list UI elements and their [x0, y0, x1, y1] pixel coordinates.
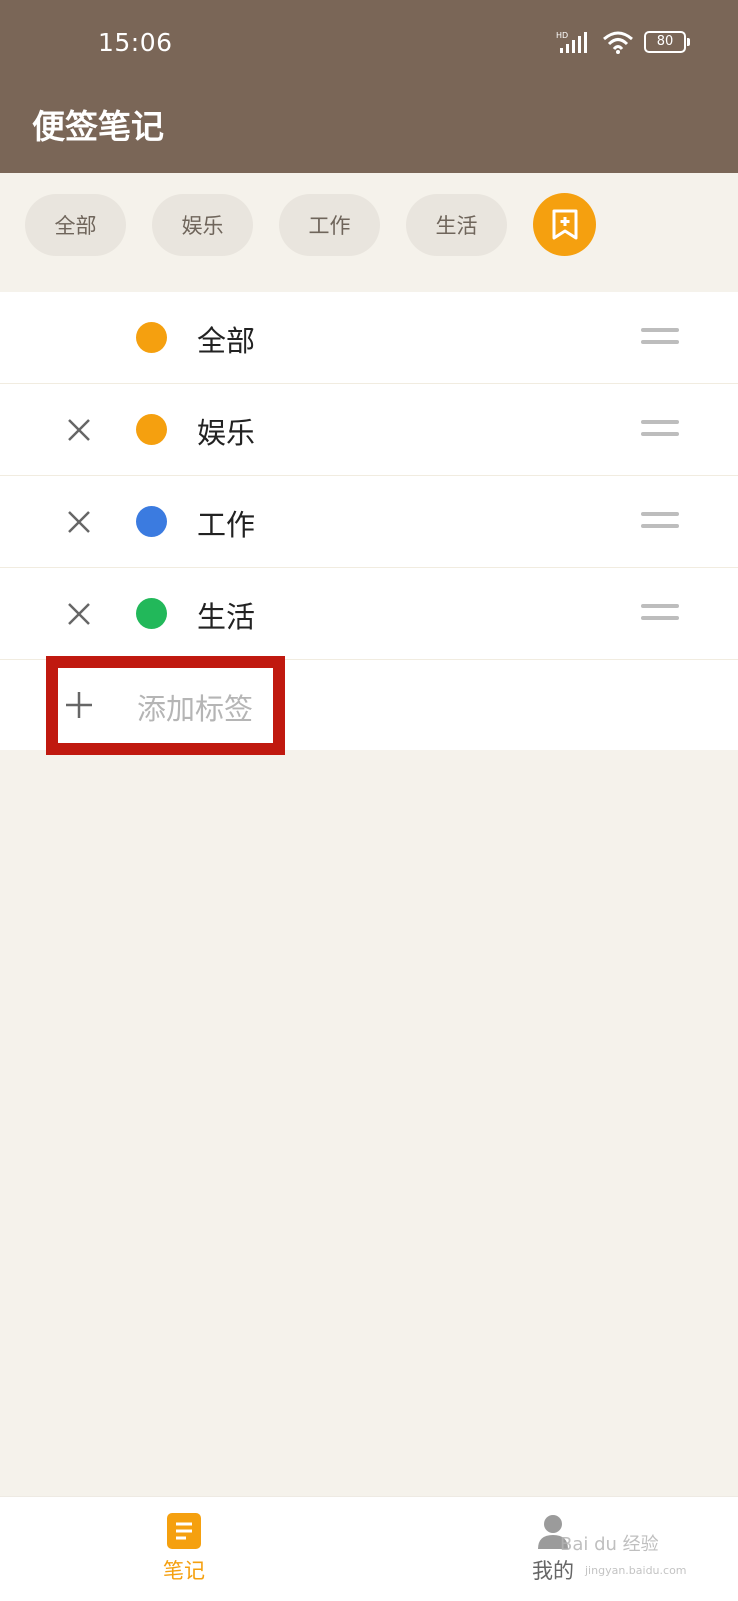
nav-notes[interactable]: 笔记 [124, 1513, 244, 1585]
drag-handle-icon[interactable] [641, 420, 679, 438]
tag-row-entertainment: 娱乐 [0, 384, 738, 476]
tag-label: 生活 [197, 600, 256, 634]
chip-work[interactable]: 工作 [279, 193, 380, 256]
tag-label: 娱乐 [197, 416, 256, 450]
tag-row-work: 工作 [0, 476, 738, 568]
highlight-box [46, 656, 285, 755]
drag-handle-icon[interactable] [641, 512, 679, 530]
drag-handle-icon[interactable] [641, 328, 679, 346]
close-icon[interactable] [66, 601, 92, 627]
page-title: 便签笔记 [32, 107, 164, 146]
hd-indicator: HD [556, 31, 568, 40]
note-icon [167, 1513, 201, 1549]
close-icon[interactable] [66, 417, 92, 443]
manage-tags-button[interactable] [533, 193, 596, 256]
tag-color-dot [136, 414, 167, 445]
wifi-icon [603, 31, 633, 54]
chip-all[interactable]: 全部 [25, 193, 126, 256]
tag-label: 工作 [197, 508, 256, 542]
watermark-url: jingyan.baidu.com [585, 1564, 687, 1577]
nav-notes-label: 笔记 [163, 1559, 205, 1583]
tag-color-dot [136, 598, 167, 629]
chip-entertainment[interactable]: 娱乐 [152, 193, 253, 256]
status-time: 15:06 [98, 28, 173, 57]
tag-label: 全部 [197, 324, 256, 358]
tag-row-all: 全部 [0, 292, 738, 384]
signal-icon: HD [556, 31, 587, 53]
battery-icon: 80 [644, 31, 690, 53]
tag-row-life: 生活 [0, 568, 738, 660]
bookmark-plus-icon [552, 209, 577, 239]
tag-color-dot [136, 506, 167, 537]
top-bar: 15:06 HD 80 便签笔记 [0, 0, 738, 173]
status-icons: HD 80 [556, 30, 690, 54]
tag-filter-bar: 全部 娱乐 工作 生活 [25, 193, 596, 256]
drag-handle-icon[interactable] [641, 604, 679, 622]
tag-color-dot [136, 322, 167, 353]
close-icon[interactable] [66, 509, 92, 535]
chip-life[interactable]: 生活 [406, 193, 507, 256]
watermark: Bai du 经验 [560, 1534, 659, 1555]
